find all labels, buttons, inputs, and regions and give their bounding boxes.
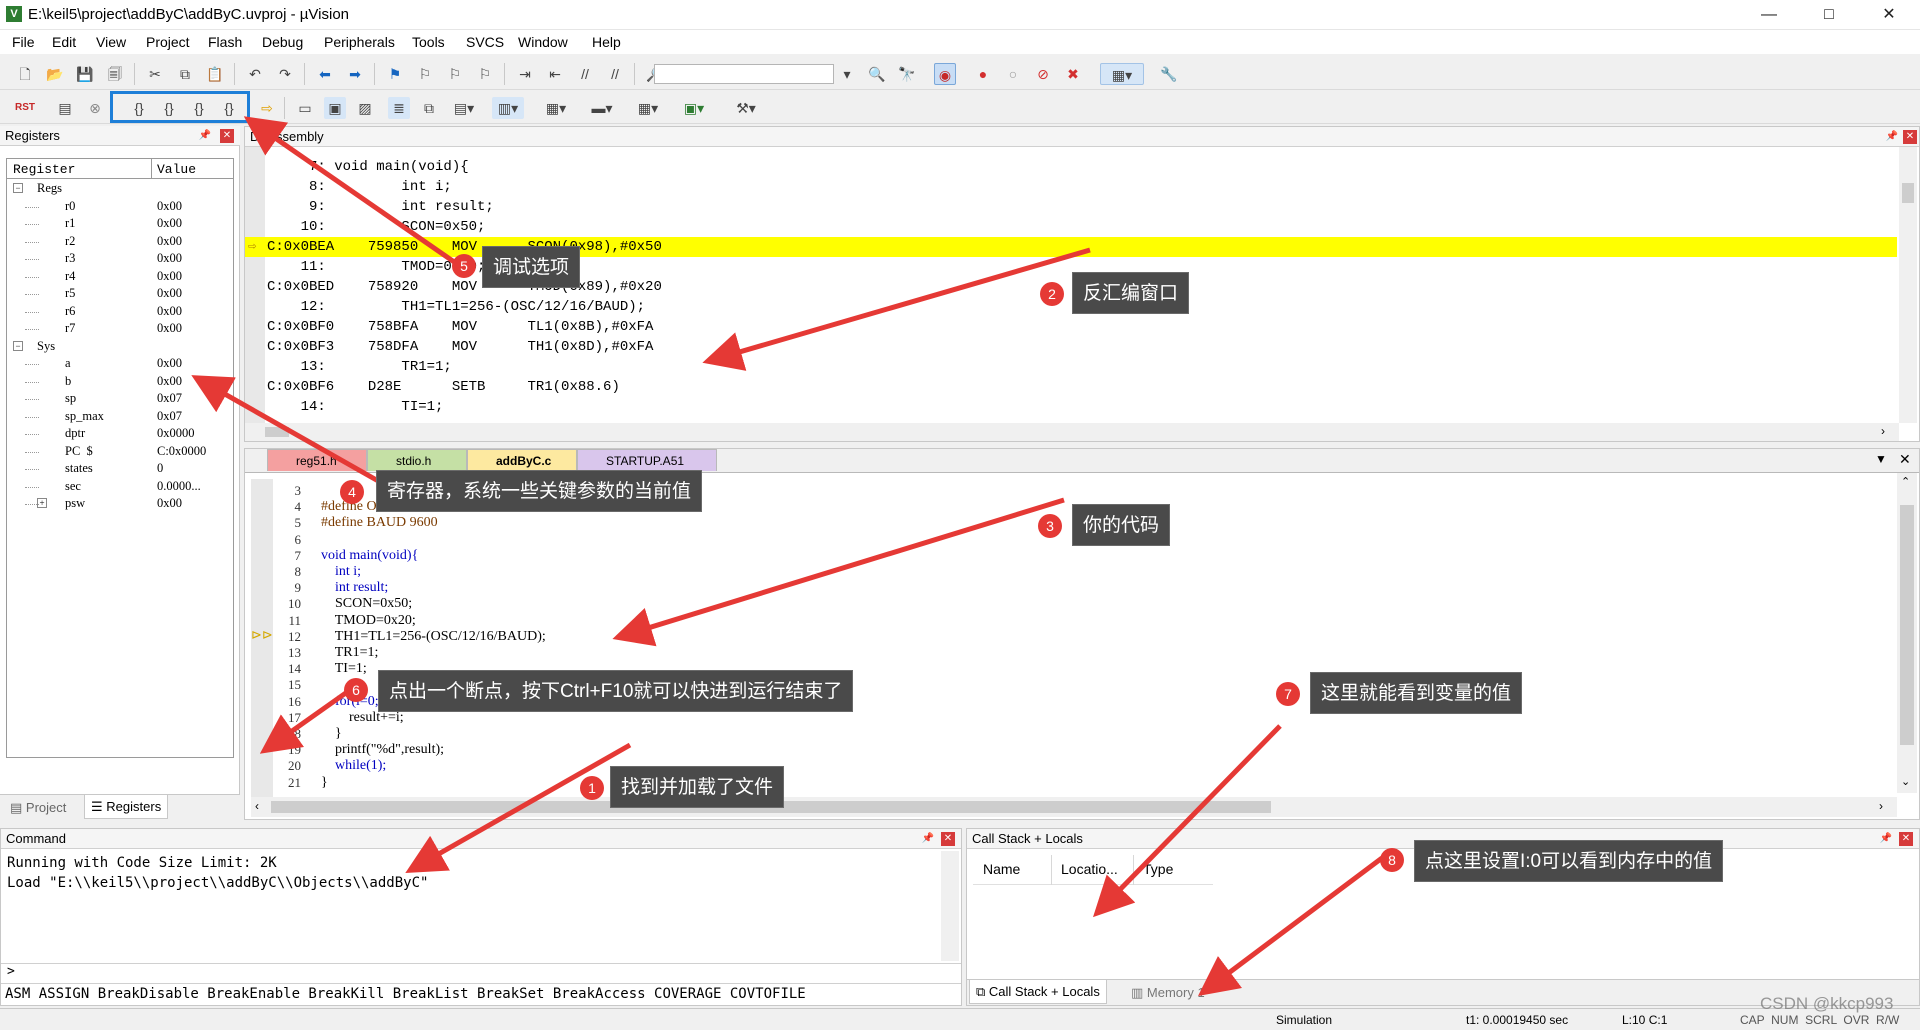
arrow-3	[612, 497, 1065, 647]
annotation-callout-3: 你的代码	[1072, 504, 1171, 546]
annotation-callout-1: 找到并加载了文件	[610, 766, 785, 808]
annotation-callout-6: 点出一个断点，按下Ctrl+F10就可以快进到运行结束了	[378, 670, 854, 712]
annotation-badge-6: 6	[344, 678, 368, 702]
arrow-5	[243, 116, 462, 269]
arrow-7	[1093, 724, 1282, 918]
arrow-1	[405, 742, 632, 873]
annotation-callout-8: 点这里设置I:0可以看到内存中的值	[1414, 840, 1724, 882]
annotation-badge-7: 7	[1276, 682, 1300, 706]
arrow-4	[191, 375, 382, 485]
annotation-callout-4: 寄存器，系统一些关键参数的当前值	[376, 470, 703, 512]
arrow-2	[702, 247, 1091, 371]
annotation-callout-5: 调试选项	[482, 246, 581, 288]
annotation-badge-3: 3	[1038, 514, 1062, 538]
arrow-8	[1198, 856, 1384, 996]
annotation-badge-5: 5	[452, 254, 476, 278]
arrow-6	[259, 687, 352, 754]
annotation-badge-1: 1	[580, 776, 604, 800]
annotation-badge-2: 2	[1040, 282, 1064, 306]
annotation-badge-8: 8	[1380, 848, 1404, 872]
annotation-callout-7: 这里就能看到变量的值	[1310, 672, 1523, 714]
annotation-callout-2: 反汇编窗口	[1072, 272, 1190, 314]
annotation-badge-4: 4	[340, 480, 364, 504]
